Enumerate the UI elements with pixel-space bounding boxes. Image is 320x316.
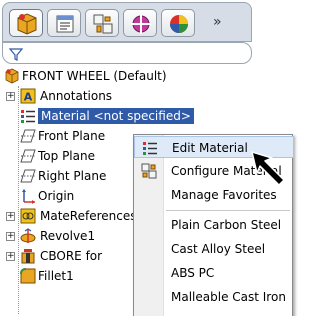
- expand-toggle[interactable]: +: [6, 92, 15, 101]
- tab-configuration-manager[interactable]: [85, 9, 119, 37]
- tree-item-front-plane[interactable]: Front Plane: [20, 126, 140, 146]
- tree-item-top-plane[interactable]: Top Plane: [20, 146, 140, 166]
- configuration-manager-icon: [93, 14, 113, 34]
- tab-property-manager[interactable]: [47, 9, 81, 37]
- tree-item-right-plane[interactable]: Right Plane: [20, 166, 140, 186]
- expand-toggle[interactable]: +: [6, 252, 15, 261]
- tree-item-label: MateReferences: [40, 209, 137, 223]
- tree-item-material[interactable]: Material <not specified>: [20, 106, 220, 126]
- menu-item-label: Plain Carbon Steel: [171, 218, 282, 232]
- menu-item-label: ABS PC: [171, 266, 215, 280]
- part-icon: [5, 68, 19, 84]
- revolve-icon: [20, 228, 36, 243]
- tree-item-label-selected: Material <not specified>: [38, 108, 194, 124]
- tree-item-mate-references[interactable]: + MateReferences: [6, 206, 136, 226]
- panel-tab-bar: »: [2, 2, 252, 42]
- tree-item-label: CBORE for: [40, 249, 103, 263]
- mouse-pointer-icon: [251, 151, 285, 186]
- display-manager-icon: [170, 15, 188, 33]
- mate-references-icon: [20, 208, 36, 224]
- menu-item-malleable-cast-iron[interactable]: Malleable Cast Iron: [134, 286, 294, 308]
- material-icon: [21, 110, 35, 123]
- configure-material-icon: [141, 163, 157, 179]
- menu-item-plain-carbon-steel[interactable]: Plain Carbon Steel: [134, 214, 294, 236]
- tree-item-origin[interactable]: Origin: [20, 186, 140, 206]
- expand-toggle[interactable]: +: [6, 212, 15, 221]
- property-manager-icon: [56, 15, 74, 33]
- menu-item-cast-alloy-steel[interactable]: Cast Alloy Steel: [134, 238, 294, 260]
- tree-item-cbore[interactable]: + CBORE for: [6, 246, 136, 266]
- filter-icon[interactable]: [9, 47, 23, 61]
- edit-material-icon: [143, 142, 157, 155]
- tree-filter-bar[interactable]: [2, 42, 252, 64]
- tree-guide-line: [18, 86, 19, 314]
- tree-item-label: Annotations: [40, 89, 113, 103]
- dimxpert-icon: [131, 14, 151, 34]
- tree-item-annotations[interactable]: + A Annotations: [6, 86, 206, 106]
- origin-icon: [22, 189, 35, 204]
- tree-item-fillet1[interactable]: Fillet1: [20, 266, 140, 286]
- tree-root-label: FRONT WHEEL (Default): [22, 69, 167, 83]
- tree-item-label: Revolve1: [40, 229, 96, 243]
- tree-item-revolve1[interactable]: + Revolve1: [6, 226, 136, 246]
- menu-item-abs-pc[interactable]: ABS PC: [134, 262, 294, 284]
- tab-display-manager[interactable]: [161, 9, 195, 37]
- menu-item-label: Cast Alloy Steel: [171, 242, 266, 256]
- annotations-icon: A: [20, 88, 36, 104]
- tree-item-label: Origin: [38, 189, 75, 203]
- tree-item-label: Right Plane: [38, 169, 107, 183]
- menu-separator: [166, 210, 290, 211]
- tab-feature-manager[interactable]: [9, 9, 43, 37]
- tree-root[interactable]: FRONT WHEEL (Default): [4, 66, 254, 86]
- more-tabs-button[interactable]: »: [213, 14, 222, 30]
- fillet-icon: [20, 268, 36, 284]
- menu-item-label: Edit Material: [172, 141, 248, 155]
- expand-toggle[interactable]: +: [6, 232, 15, 241]
- plane-icon: [20, 149, 36, 163]
- feature-tree-icon: [17, 13, 37, 35]
- hole-wizard-icon: [21, 249, 35, 264]
- tree-item-label: Top Plane: [38, 149, 95, 163]
- plane-icon: [20, 169, 36, 183]
- tree-item-label: Front Plane: [38, 129, 106, 143]
- plane-icon: [20, 129, 36, 143]
- svg-text:A: A: [24, 91, 33, 104]
- tree-item-label: Fillet1: [38, 269, 74, 283]
- menu-item-label: Malleable Cast Iron: [171, 290, 286, 304]
- tab-dimxpert-manager[interactable]: [123, 9, 157, 37]
